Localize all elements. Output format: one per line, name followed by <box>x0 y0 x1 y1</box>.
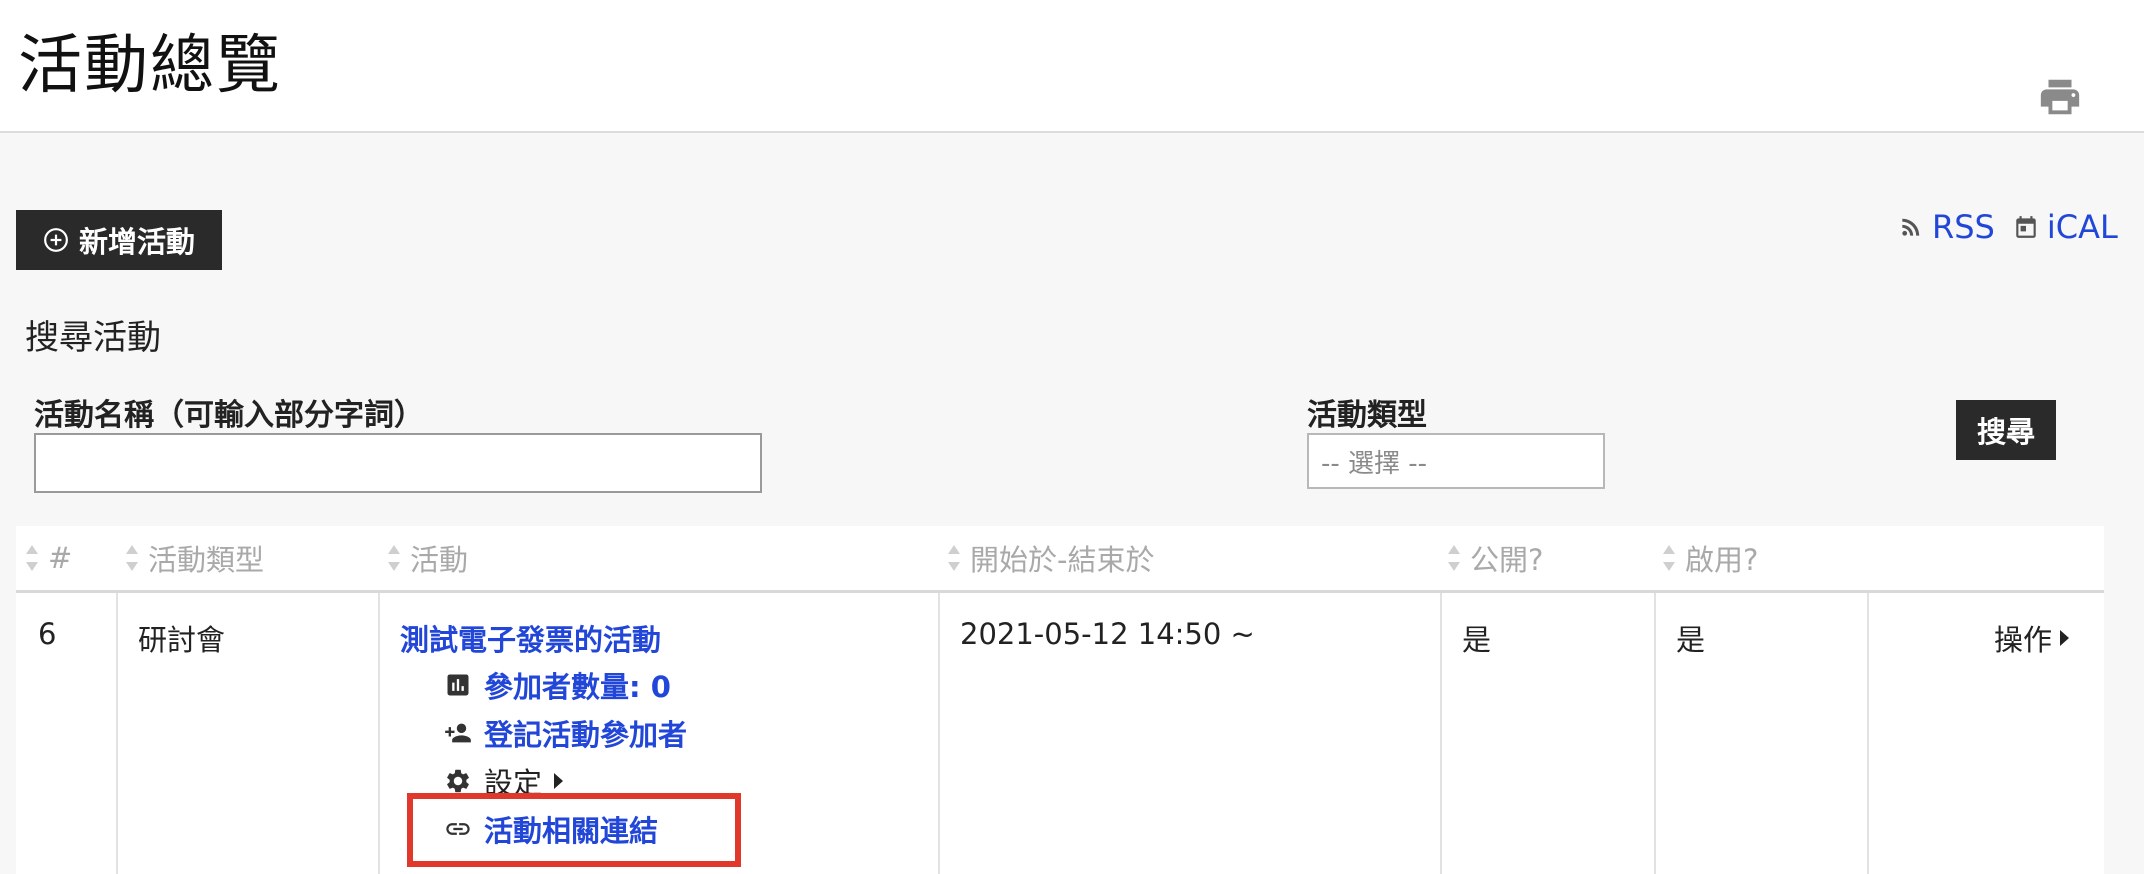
column-header-event[interactable]: 活動 <box>386 526 468 590</box>
column-divider <box>1867 593 1869 874</box>
sort-icon <box>948 545 960 571</box>
column-divider <box>116 593 118 874</box>
search-section-title: 搜尋活動 <box>25 318 161 358</box>
column-header-type[interactable]: 活動類型 <box>124 526 264 590</box>
event-title-link[interactable]: 測試電子發票的活動 <box>400 617 661 659</box>
register-participants-link[interactable]: 登記活動參加者 <box>444 713 687 753</box>
add-event-label: 新增活動 <box>78 225 195 259</box>
actions-menu[interactable]: 操作 <box>1994 617 2070 659</box>
column-header-datetime[interactable]: 開始於-結束於 <box>946 526 1154 590</box>
sort-icon <box>126 545 138 571</box>
event-type-select[interactable]: -- 選擇 -- <box>1307 433 1605 489</box>
column-header-id[interactable]: # <box>24 526 72 590</box>
plus-circle-icon <box>44 228 68 252</box>
column-divider <box>938 593 940 874</box>
cell-type: 研討會 <box>138 623 226 657</box>
sort-icon <box>1663 545 1675 571</box>
table-row: 6 研討會 測試電子發票的活動 參加者數量: 0 登記活動參加者 設定 活動相關… <box>16 590 2104 874</box>
caret-right-icon <box>2060 630 2070 646</box>
caret-right-icon <box>554 773 564 789</box>
cell-public: 是 <box>1462 623 1492 657</box>
column-header-enabled[interactable]: 啟用? <box>1661 526 1758 590</box>
cell-id: 6 <box>38 617 57 651</box>
participants-count-link[interactable]: 參加者數量: 0 <box>444 665 671 705</box>
cell-datetime: 2021-05-12 14:50 ~ <box>960 617 1255 651</box>
table-header: # 活動類型 活動 開始於-結束於 公開? 啟用? <box>16 526 2104 590</box>
event-name-label: 活動名稱（可輸入部分字詞） <box>34 398 424 433</box>
sort-icon <box>26 545 38 571</box>
event-type-label: 活動類型 <box>1307 398 1427 433</box>
add-event-button[interactable]: 新增活動 <box>16 210 222 270</box>
rss-icon <box>1902 218 1920 236</box>
column-divider <box>1654 593 1656 874</box>
cell-enabled: 是 <box>1676 623 1706 657</box>
column-divider <box>1440 593 1442 874</box>
printer-icon <box>2040 79 2080 115</box>
search-button[interactable]: 搜尋 <box>1956 400 2056 460</box>
print-button[interactable] <box>2036 74 2084 120</box>
bar-chart-icon <box>447 674 469 696</box>
column-header-public[interactable]: 公開? <box>1446 526 1543 590</box>
ical-label: iCAL <box>2046 208 2118 246</box>
event-type-selected: -- 選擇 -- <box>1321 448 1428 479</box>
highlight-box <box>407 793 741 867</box>
sort-icon <box>388 545 400 571</box>
rss-label: RSS <box>1932 208 1995 246</box>
event-name-input[interactable] <box>34 433 762 493</box>
ical-link[interactable]: iCAL <box>2013 208 2118 246</box>
header-bar: 活動總覽 <box>0 0 2144 133</box>
sort-icon <box>1448 545 1460 571</box>
gear-icon <box>447 769 469 793</box>
column-divider <box>378 593 380 874</box>
calendar-icon <box>2016 216 2036 238</box>
page-title: 活動總覽 <box>18 29 282 103</box>
rss-link[interactable]: RSS <box>1898 208 1995 246</box>
feed-links: RSS iCAL <box>1898 204 2118 250</box>
add-person-icon <box>445 723 471 743</box>
